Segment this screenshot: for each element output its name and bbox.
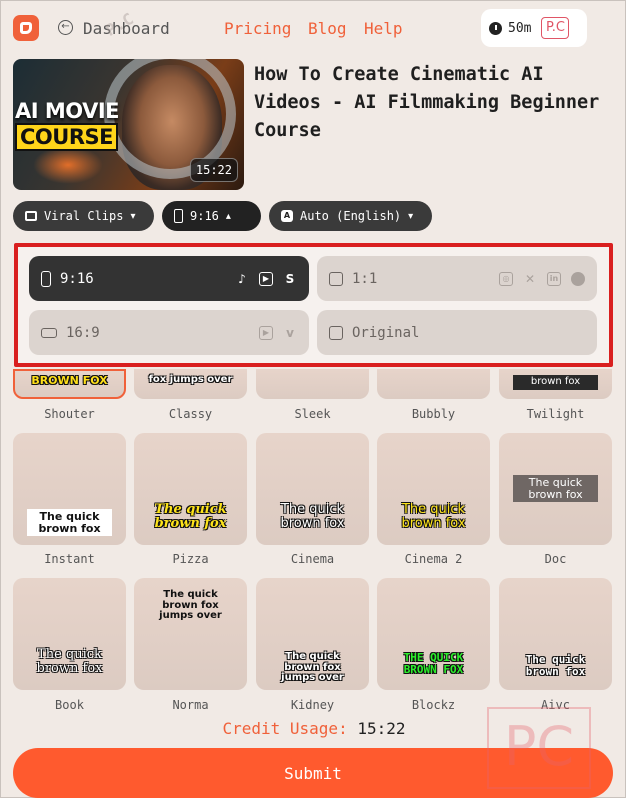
style-card-instant[interactable]: The quick brown fox (13, 433, 126, 545)
style-card-book[interactable]: The quick brown fox (13, 578, 126, 690)
style-sample: The quick brown fox (513, 475, 598, 503)
style-label: Cinema 2 (404, 552, 463, 566)
chevron-up-icon: ▴ (225, 210, 231, 222)
instagram-icon: ◎ (499, 271, 513, 286)
chevron-down-icon: ▾ (130, 210, 136, 222)
style-label: Pizza (172, 552, 209, 566)
landscape-shape-icon (41, 327, 57, 338)
style-sample: The quick brown fox (36, 647, 103, 676)
portrait-icon (174, 209, 183, 223)
avatar[interactable]: P.C (541, 17, 570, 39)
youtube-shorts-icon: ▶ (259, 271, 273, 286)
mode-label: Viral Clips (44, 209, 124, 223)
language-label: Auto (English) (300, 209, 402, 223)
aspect-option-original[interactable]: Original (317, 310, 597, 355)
style-card-blockz[interactable]: THE QUICK BROWN FOX (377, 578, 490, 690)
original-shape-icon (329, 325, 343, 340)
aspect-label: 1:1 (352, 270, 378, 287)
square-shape-icon (329, 271, 343, 286)
ratio-dropdown[interactable]: 9:16 ▴ (162, 201, 261, 231)
x-icon: ✕ (524, 271, 536, 286)
style-sample: The quick brown fox (280, 502, 345, 531)
facebook-icon (571, 271, 585, 286)
translate-icon: A (281, 210, 293, 222)
credit-usage-value: 15:22 (357, 719, 406, 738)
style-label: Instant (44, 552, 95, 566)
portrait-shape-icon (41, 270, 51, 287)
style-label: Book (55, 698, 84, 712)
style-card-doc[interactable]: The quick brown fox (499, 433, 612, 545)
vimeo-icon: v (286, 325, 294, 340)
style-sample: THE QUICK BROWN FOX (403, 651, 464, 676)
style-sample: fox jumps over (148, 374, 233, 385)
style-label: Kidney (290, 698, 335, 712)
style-card-aivc[interactable]: The quick brown fox (499, 578, 612, 690)
style-label: Blockz (411, 698, 456, 712)
aspect-label: 9:16 (60, 270, 94, 287)
style-label: Sleek (294, 407, 331, 421)
style-sample: The quick brown fox (27, 509, 112, 537)
style-card-norma[interactable]: The quick brown fox jumps over (134, 578, 247, 690)
style-card-pizza[interactable]: The quick brown fox (134, 433, 247, 545)
style-card-bubbly[interactable] (377, 369, 490, 399)
style-card-cinema[interactable]: The quick brown fox (256, 433, 369, 545)
language-dropdown[interactable]: A Auto (English) ▾ (269, 201, 432, 231)
style-label: Bubbly (411, 407, 456, 421)
style-sample: The quick brown fox (401, 502, 466, 531)
mode-dropdown[interactable]: Viral Clips ▾ (13, 201, 154, 231)
aspect-ratio-popup: 9:16 ♪ ▶ S 1:1 ◎ ✕ in 16:9 ▶ v Original (14, 243, 613, 367)
style-card-shouter[interactable]: BROWN FOX (13, 369, 126, 399)
credits-pill[interactable]: 50m P.C (481, 9, 587, 47)
style-card-classy[interactable]: fox jumps over (134, 369, 247, 399)
style-card-cinema-2[interactable]: The quick brown fox (377, 433, 490, 545)
watermark-logo: PC (487, 707, 591, 789)
thumbnail-title-line1: AI MOVIE (15, 99, 119, 123)
style-sample: brown fox (513, 375, 598, 390)
film-icon (25, 211, 37, 221)
youtube-icon: ▶ (259, 325, 273, 340)
style-label: Twilight (526, 407, 585, 421)
video-title: How To Create Cinematic AI Videos - AI F… (254, 64, 600, 141)
style-sample: The quick brown fox (525, 653, 586, 678)
style-card-kidney[interactable]: The quick brown fox jumps over (256, 578, 369, 690)
back-arrow-icon[interactable]: ← (58, 20, 73, 35)
style-sample: The quick brown fox (154, 502, 227, 531)
video-duration: 15:22 (189, 158, 238, 182)
style-label: Cinema (290, 552, 335, 566)
style-label: Norma (172, 698, 209, 712)
aspect-option-9-16[interactable]: 9:16 ♪ ▶ S (29, 256, 309, 301)
style-card-twilight[interactable]: brown fox (499, 369, 612, 399)
ratio-label: 9:16 (190, 209, 219, 223)
video-thumbnail: AI MOVIE COURSE 15:22 (13, 59, 244, 190)
clock-icon (489, 21, 502, 35)
shorts-icon: S (285, 271, 295, 286)
style-sample: The quick brown fox jumps over (159, 589, 222, 621)
style-label: Shouter (44, 407, 95, 421)
style-label: Doc (544, 552, 567, 566)
aspect-label: Original (352, 324, 420, 341)
style-sample: BROWN FOX (31, 374, 108, 387)
style-sample: The quick brown fox jumps over (281, 651, 344, 683)
linkedin-icon: in (547, 271, 561, 286)
thumbnail-title-line2: COURSE (15, 123, 118, 151)
nav-help[interactable]: Help (364, 19, 403, 38)
tiktok-icon: ♪ (238, 271, 246, 286)
aspect-option-16-9[interactable]: 16:9 ▶ v (29, 310, 309, 355)
nav-blog[interactable]: Blog (308, 19, 347, 38)
app-logo[interactable] (13, 15, 39, 41)
credits-remaining: 50m (508, 20, 532, 36)
style-card-sleek[interactable] (256, 369, 369, 399)
aspect-label: 16:9 (66, 324, 100, 341)
nav-pricing[interactable]: Pricing (224, 19, 291, 38)
chevron-down-icon: ▾ (408, 210, 414, 222)
style-label: Classy (168, 407, 213, 421)
credit-usage-label: Credit Usage: (222, 719, 348, 738)
aspect-option-1-1[interactable]: 1:1 ◎ ✕ in (317, 256, 597, 301)
